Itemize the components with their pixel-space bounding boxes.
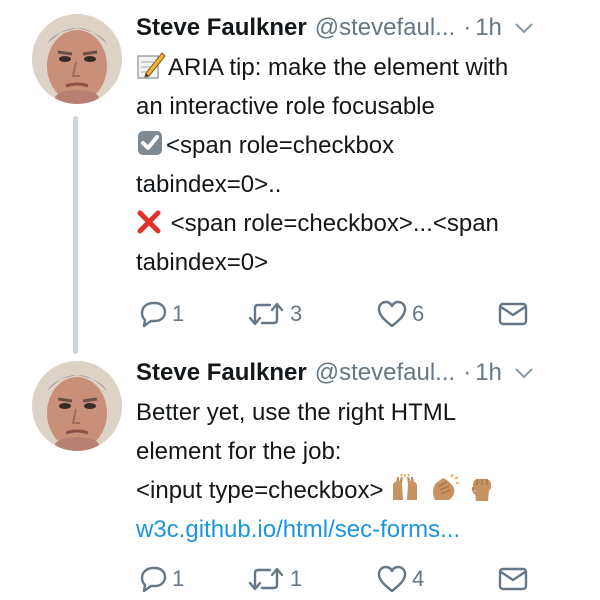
tweet-text-line: tabindex=0> — [136, 249, 269, 276]
avatar-photo-icon — [32, 14, 122, 104]
tweet[interactable]: Steve Faulkner @stevefaul... · 1h ARIA t… — [0, 0, 600, 354]
memo-emoji-icon — [137, 52, 166, 79]
reply-button[interactable]: 1 — [136, 562, 184, 596]
tweet[interactable]: Steve Faulkner @stevefaul... · 1h Better… — [0, 345, 600, 600]
reply-count: 1 — [172, 566, 185, 591]
tweet-text-line: element for the job: — [136, 438, 342, 465]
tweet-text-line: <input type=checkbox> — [136, 471, 576, 510]
direct-message-button[interactable] — [498, 297, 528, 331]
tweet-content: Steve Faulkner @stevefaul... · 1h ARIA t… — [136, 8, 576, 282]
direct-message-icon — [498, 302, 528, 326]
direct-message-button[interactable] — [498, 562, 528, 596]
cross-mark-emoji-icon — [137, 210, 161, 234]
like-count: 4 — [412, 566, 425, 591]
check-box-emoji-icon — [138, 131, 162, 155]
avatar[interactable] — [32, 361, 122, 451]
tweet-text-segment: <span role=checkbox>...<span — [164, 210, 499, 237]
tweet-thread: Steve Faulkner @stevefaul... · 1h ARIA t… — [0, 0, 600, 600]
tweet-content: Steve Faulkner @stevefaul... · 1h Better… — [136, 353, 576, 549]
tweet-text-segment: ARIA tip: make the element with — [168, 54, 509, 81]
tweet-link[interactable]: w3c.github.io/html/sec-forms... — [136, 510, 576, 549]
tweet-text-segment: <input type=checkbox> — [136, 477, 384, 504]
clapping-hands-emoji-icon — [432, 474, 459, 500]
raising-hands-emoji-icon — [393, 474, 418, 500]
tweet-text-line: Better yet, use the right HTML — [136, 399, 457, 426]
like-count: 6 — [412, 301, 425, 326]
reply-icon — [140, 566, 167, 593]
tweet-text-line: <span role=checkbox>...<span — [136, 204, 576, 243]
author-name[interactable]: Steve Faulkner — [136, 8, 307, 48]
chevron-down-icon[interactable] — [514, 366, 534, 380]
separator-dot: · — [463, 359, 472, 386]
like-button[interactable]: 6 — [376, 297, 424, 331]
reply-count: 1 — [172, 301, 185, 326]
tweet-header: Steve Faulkner @stevefaul... · 1h — [136, 8, 576, 48]
tweet-text-line: ARIA tip: make the element with — [136, 48, 576, 87]
author-name[interactable]: Steve Faulkner — [136, 353, 307, 393]
chevron-down-icon[interactable] — [514, 21, 534, 35]
retweet-count: 3 — [290, 301, 303, 326]
direct-message-icon — [498, 567, 528, 591]
thread-connector-line — [73, 116, 78, 354]
heart-icon — [377, 565, 407, 593]
timestamp[interactable]: 1h — [475, 8, 502, 48]
raised-fist-emoji-icon — [471, 479, 491, 501]
retweet-button[interactable]: 1 — [246, 562, 302, 596]
tweet-header: Steve Faulkner @stevefaul... · 1h — [136, 353, 576, 393]
timestamp[interactable]: 1h — [475, 353, 502, 393]
author-handle[interactable]: @stevefaul... — [315, 353, 455, 393]
tweet-text-segment: <span role=checkbox — [166, 132, 395, 159]
reply-icon — [140, 301, 167, 328]
separator-dot: · — [463, 14, 472, 41]
heart-icon — [377, 300, 407, 328]
like-button[interactable]: 4 — [376, 562, 424, 596]
retweet-button[interactable]: 3 — [246, 297, 302, 331]
tweet-text-line: <span role=checkbox — [136, 126, 576, 165]
reply-button[interactable]: 1 — [136, 297, 184, 331]
tweet-text-line: tabindex=0>.. — [136, 171, 282, 198]
tweet-text: Better yet, use the right HTML element f… — [136, 393, 576, 549]
tweet-actions: 1 1 4 — [136, 562, 536, 596]
author-handle[interactable]: @stevefaul... — [315, 8, 455, 48]
tweet-actions: 1 3 6 — [136, 297, 536, 331]
avatar-photo-icon — [32, 361, 122, 451]
tweet-text: ARIA tip: make the element with an inter… — [136, 48, 576, 282]
retweet-count: 1 — [290, 566, 303, 591]
tweet-text-line: an interactive role focusable — [136, 93, 435, 120]
retweet-icon — [248, 567, 284, 591]
retweet-icon — [248, 302, 284, 326]
avatar[interactable] — [32, 14, 122, 104]
